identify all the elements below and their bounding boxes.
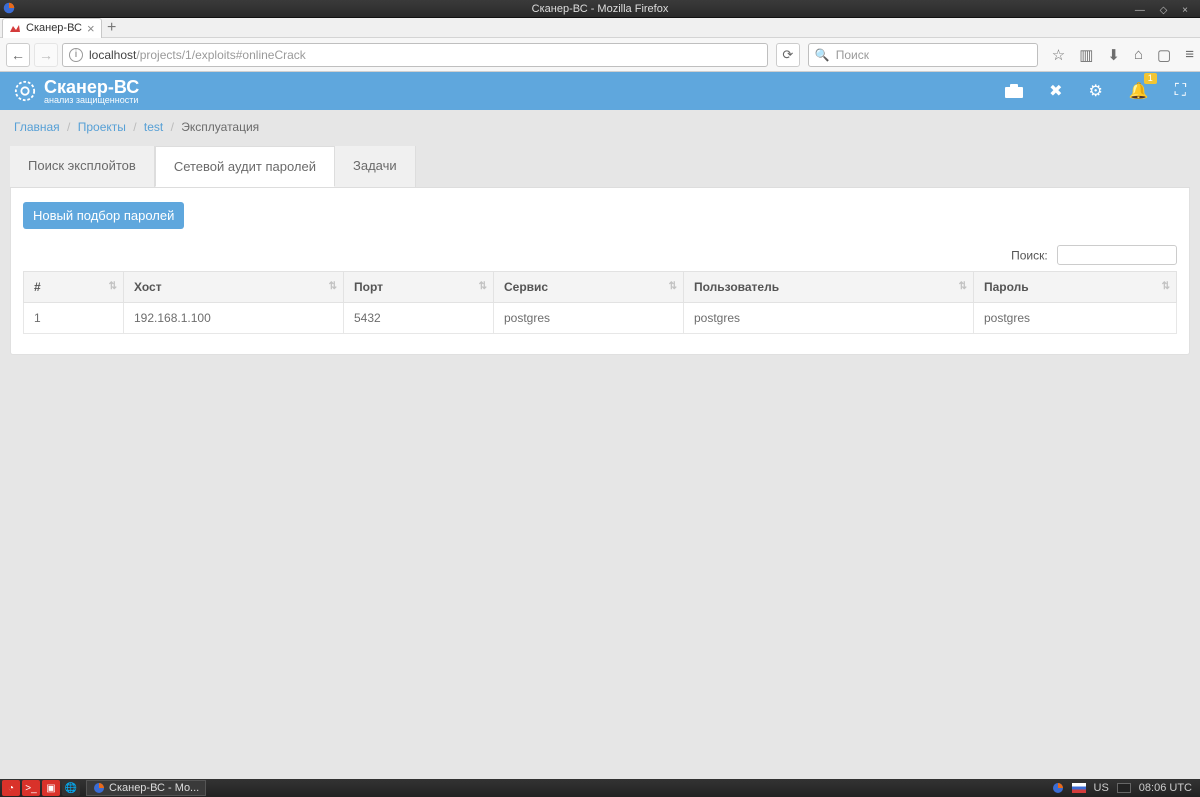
taskbar-window[interactable]: Сканер-ВС - Mo... [86,780,206,796]
col-service[interactable]: Сервис⇅ [494,272,684,303]
app-launcher-icon[interactable]: ◔ [2,780,20,796]
sort-icon: ⇅ [329,283,337,291]
app-logo[interactable]: Сканер-ВС анализ защищенности [14,78,139,105]
cell-host: 192.168.1.100 [124,303,344,334]
browser-tab[interactable]: Сканер-ВС × [2,18,102,38]
cell-password: postgres [974,303,1177,334]
address-bar: ← → i localhost/projects/1/exploits#onli… [0,38,1200,72]
col-port[interactable]: Порт⇅ [344,272,494,303]
cell-num: 1 [24,303,124,334]
bell-icon: 🔔 [1129,83,1149,100]
logo-icon [14,80,36,102]
tab-title: Сканер-ВС [26,22,82,34]
new-tab-button[interactable]: + [102,21,122,35]
taskbar-right: US 08:06 UTC [1052,782,1198,794]
logo-title: Сканер-ВС [44,78,139,96]
crumb-current: Эксплуатация [181,120,259,134]
firefox-icon [3,2,15,14]
toolbar-icons: ☆ ▥ ⬇ ⌂ ▢ ≡ [1042,46,1194,64]
site-info-icon[interactable]: i [69,48,83,62]
menu-icon[interactable]: ≡ [1185,46,1194,64]
taskbar-left: ◔ >_ ▣ 🌐 Сканер-ВС - Mo... [2,780,206,796]
col-user[interactable]: Пользователь⇅ [684,272,974,303]
crumb-home[interactable]: Главная [14,120,60,134]
search-placeholder: Поиск [836,48,869,62]
window-title: Сканер-ВС - Mozilla Firefox [532,3,669,15]
close-tab-icon[interactable]: × [87,21,95,36]
new-password-crack-button[interactable]: Новый подбор паролей [23,202,184,229]
back-button[interactable]: ← [6,43,30,67]
terminal-icon[interactable]: >_ [22,780,40,796]
col-num[interactable]: #⇅ [24,272,124,303]
url-input[interactable]: i localhost/projects/1/exploits#onlineCr… [62,43,768,67]
tab-tasks[interactable]: Задачи [335,146,416,187]
globe-icon[interactable]: 🌐 [62,780,80,796]
sort-icon: ⇅ [669,283,677,291]
pocket-shield-icon[interactable]: ▢ [1157,46,1171,64]
pocket-icon[interactable]: ▥ [1079,46,1093,64]
notifications-button[interactable]: 🔔 1 [1129,81,1149,101]
firefox-icon [93,782,105,794]
reload-button[interactable]: ⟳ [776,43,800,67]
tab-password-audit[interactable]: Сетевой аудит паролей [155,146,335,187]
breadcrumb: Главная / Проекты / test / Эксплуатация [10,110,1190,146]
tools-icon[interactable]: ✖ [1049,81,1062,101]
header-actions: ✖ ⚙ 🔔 1 ⛶ [1005,81,1186,101]
firefox-tray-icon[interactable] [1052,782,1064,794]
url-path: /projects/1/exploits#onlineCrack [136,48,305,62]
forward-button[interactable]: → [34,43,58,67]
window-controls[interactable]: — ◇ × [1135,2,1194,20]
crumb-projects[interactable]: Проекты [78,120,126,134]
bookmark-icon[interactable]: ☆ [1052,46,1065,64]
table-search-label: Поиск: [1011,249,1048,263]
favicon-icon [9,22,21,34]
taskbar-window-title: Сканер-ВС - Mo... [109,782,199,794]
notification-badge: 1 [1144,73,1157,84]
sort-icon: ⇅ [479,283,487,291]
fullscreen-icon[interactable]: ⛶ [1175,82,1186,100]
logo-subtitle: анализ защищенности [44,96,139,105]
browser-chrome: Сканер-ВС × + ← → i localhost/projects/1… [0,18,1200,72]
os-taskbar: ◔ >_ ▣ 🌐 Сканер-ВС - Mo... US 08:06 UTC [0,779,1200,797]
cell-service: postgres [494,303,684,334]
os-title-bar: Сканер-ВС - Mozilla Firefox — ◇ × [0,0,1200,18]
cell-user: postgres [684,303,974,334]
table-search-area: Поиск: [23,245,1177,265]
tab-panel: Новый подбор паролей Поиск: #⇅ Хост⇅ Пор… [10,188,1190,355]
table-row[interactable]: 1 192.168.1.100 5432 postgres postgres p… [24,303,1177,334]
browser-search-input[interactable]: 🔍 Поиск [808,43,1038,67]
files-icon[interactable]: ▣ [42,780,60,796]
col-host[interactable]: Хост⇅ [124,272,344,303]
app-header: Сканер-ВС анализ защищенности ✖ ⚙ 🔔 1 ⛶ [0,72,1200,110]
gear-icon[interactable]: ⚙ [1089,81,1103,101]
sort-icon: ⇅ [109,283,117,291]
table-search-input[interactable] [1057,245,1177,265]
flag-icon[interactable] [1072,783,1086,793]
briefcase-icon[interactable] [1005,84,1023,98]
clock: 08:06 UTC [1139,782,1192,794]
home-icon[interactable]: ⌂ [1134,46,1143,64]
keyboard-icon[interactable] [1117,783,1131,793]
content-tabs: Поиск эксплойтов Сетевой аудит паролей З… [10,146,1190,188]
keyboard-lang[interactable]: US [1094,782,1109,794]
results-table: #⇅ Хост⇅ Порт⇅ Сервис⇅ Пользователь⇅ Пар… [23,271,1177,334]
url-host: localhost [89,48,136,62]
sort-icon: ⇅ [959,283,967,291]
page-content: Главная / Проекты / test / Эксплуатация … [0,110,1200,355]
search-icon: 🔍 [815,48,830,62]
tab-strip: Сканер-ВС × + [0,18,1200,38]
sort-icon: ⇅ [1162,283,1170,291]
crumb-project[interactable]: test [144,120,163,134]
tab-exploit-search[interactable]: Поиск эксплойтов [10,146,155,187]
col-password[interactable]: Пароль⇅ [974,272,1177,303]
cell-port: 5432 [344,303,494,334]
downloads-icon[interactable]: ⬇ [1107,46,1120,64]
